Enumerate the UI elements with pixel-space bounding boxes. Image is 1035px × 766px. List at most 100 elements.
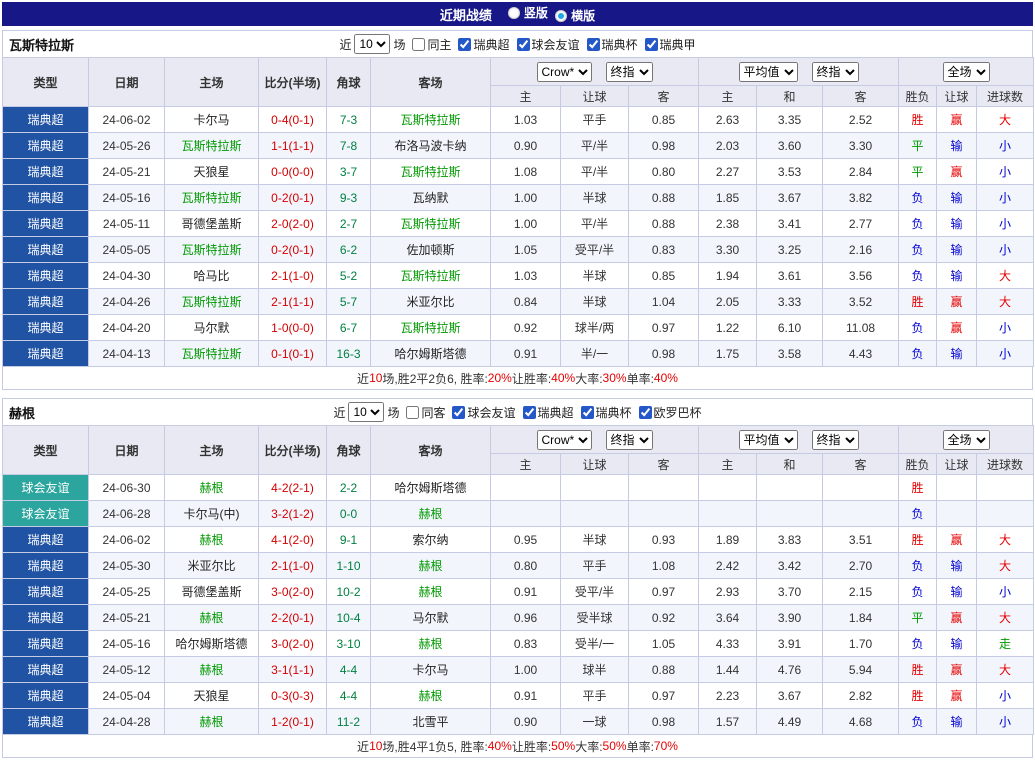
away-team[interactable]: 瓦斯特拉斯 (371, 315, 491, 341)
away-team[interactable]: 马尔默 (371, 605, 491, 631)
score[interactable]: 3-1(1-1) (259, 657, 327, 683)
odds-source-select[interactable]: 终指 (606, 430, 653, 450)
home-team[interactable]: 赫根 (165, 605, 259, 631)
score[interactable]: 2-2(0-1) (259, 605, 327, 631)
league-filter[interactable]: 瑞典杯 (577, 404, 632, 421)
away-team[interactable]: 索尔纳 (371, 527, 491, 553)
away-team[interactable]: 哈尔姆斯塔德 (371, 341, 491, 367)
score[interactable]: 1-0(0-0) (259, 315, 327, 341)
away-team[interactable]: 布洛马波卡纳 (371, 133, 491, 159)
home-team[interactable]: 瓦斯特拉斯 (165, 237, 259, 263)
recent-count-select[interactable]: 10 (354, 34, 390, 54)
league-checkbox[interactable] (639, 406, 652, 419)
league-filter[interactable]: 瑞典甲 (641, 36, 696, 53)
away-team[interactable]: 哈尔姆斯塔德 (371, 475, 491, 501)
same-venue-checkbox[interactable] (412, 38, 425, 51)
home-team[interactable]: 赫根 (165, 475, 259, 501)
away-team[interactable]: 赫根 (371, 579, 491, 605)
score[interactable]: 0-2(0-1) (259, 237, 327, 263)
same-venue-checkbox[interactable] (406, 406, 419, 419)
league-filter[interactable]: 瑞典超 (454, 36, 509, 53)
league-filter[interactable]: 瑞典杯 (583, 36, 638, 53)
away-team[interactable]: 瓦斯特拉斯 (371, 159, 491, 185)
league-checkbox[interactable] (458, 38, 471, 51)
odds-source-select[interactable]: 终指 (606, 62, 653, 82)
odds-source-select[interactable]: Crow* (537, 62, 592, 82)
home-team[interactable]: 卡尔马 (165, 107, 259, 133)
score[interactable]: 0-0(0-0) (259, 159, 327, 185)
away-team[interactable]: 赫根 (371, 553, 491, 579)
score[interactable]: 3-2(1-2) (259, 501, 327, 527)
odds-source-select[interactable]: 全场 (943, 62, 990, 82)
away-team[interactable]: 瓦纳默 (371, 185, 491, 211)
away-team[interactable]: 赫根 (371, 501, 491, 527)
match-result: 负 (899, 709, 937, 735)
score[interactable]: 2-1(1-0) (259, 263, 327, 289)
home-team[interactable]: 米亚尔比 (165, 553, 259, 579)
summary-segment: 40% (654, 371, 678, 385)
score[interactable]: 0-4(0-1) (259, 107, 327, 133)
home-team[interactable]: 哥德堡盖斯 (165, 579, 259, 605)
home-team[interactable]: 瓦斯特拉斯 (165, 341, 259, 367)
score[interactable]: 2-1(1-1) (259, 289, 327, 315)
score[interactable]: 4-2(2-1) (259, 475, 327, 501)
league-filter[interactable]: 球会友谊 (513, 36, 580, 53)
odds-value (699, 501, 757, 527)
goals-result: 小 (977, 133, 1034, 159)
odds-source-select[interactable]: 终指 (812, 62, 859, 82)
home-team[interactable]: 瓦斯特拉斯 (165, 289, 259, 315)
odds-value: 4.76 (757, 657, 823, 683)
home-team[interactable]: 哈尔姆斯塔德 (165, 631, 259, 657)
league-filter[interactable]: 球会友谊 (448, 404, 515, 421)
score[interactable]: 1-1(1-1) (259, 133, 327, 159)
odds-source-select[interactable]: 平均值 (739, 430, 798, 450)
odds-source-select[interactable]: 全场 (943, 430, 990, 450)
score[interactable]: 0-1(0-1) (259, 341, 327, 367)
home-team[interactable]: 赫根 (165, 657, 259, 683)
odds-source-select[interactable]: Crow* (537, 430, 592, 450)
league-checkbox[interactable] (523, 406, 536, 419)
odds-source-select[interactable]: 平均值 (739, 62, 798, 82)
home-team[interactable]: 哥德堡盖斯 (165, 211, 259, 237)
same-venue-filter[interactable]: 同客 (402, 404, 445, 421)
away-team[interactable]: 赫根 (371, 683, 491, 709)
home-team[interactable]: 哈马比 (165, 263, 259, 289)
odds-source-select[interactable]: 终指 (812, 430, 859, 450)
home-team[interactable]: 天狼星 (165, 159, 259, 185)
away-team[interactable]: 赫根 (371, 631, 491, 657)
home-team[interactable]: 马尔默 (165, 315, 259, 341)
home-team[interactable]: 赫根 (165, 709, 259, 735)
away-team[interactable]: 卡尔马 (371, 657, 491, 683)
score[interactable]: 1-2(0-1) (259, 709, 327, 735)
away-team[interactable]: 瓦斯特拉斯 (371, 263, 491, 289)
league-checkbox[interactable] (452, 406, 465, 419)
score[interactable]: 4-1(2-0) (259, 527, 327, 553)
radio-horizontal-layout[interactable]: 横版 (555, 7, 595, 24)
score[interactable]: 0-3(0-3) (259, 683, 327, 709)
home-team[interactable]: 天狼星 (165, 683, 259, 709)
away-team[interactable]: 米亚尔比 (371, 289, 491, 315)
score[interactable]: 2-0(2-0) (259, 211, 327, 237)
away-team[interactable]: 佐加顿斯 (371, 237, 491, 263)
score[interactable]: 3-0(2-0) (259, 579, 327, 605)
home-team[interactable]: 卡尔马(中) (165, 501, 259, 527)
league-checkbox[interactable] (517, 38, 530, 51)
recent-count-select[interactable]: 10 (348, 402, 384, 422)
radio-vertical-layout[interactable]: 竖版 (508, 4, 548, 21)
away-team[interactable]: 瓦斯特拉斯 (371, 107, 491, 133)
away-team[interactable]: 北雪平 (371, 709, 491, 735)
home-team[interactable]: 赫根 (165, 527, 259, 553)
home-team[interactable]: 瓦斯特拉斯 (165, 133, 259, 159)
league-checkbox[interactable] (587, 38, 600, 51)
same-venue-filter[interactable]: 同主 (408, 36, 451, 53)
score[interactable]: 3-0(2-0) (259, 631, 327, 657)
league-filter[interactable]: 瑞典超 (519, 404, 574, 421)
away-team[interactable]: 瓦斯特拉斯 (371, 211, 491, 237)
match-date: 24-06-30 (89, 475, 165, 501)
league-checkbox[interactable] (645, 38, 658, 51)
score[interactable]: 2-1(1-0) (259, 553, 327, 579)
league-checkbox[interactable] (581, 406, 594, 419)
home-team[interactable]: 瓦斯特拉斯 (165, 185, 259, 211)
score[interactable]: 0-2(0-1) (259, 185, 327, 211)
league-filter[interactable]: 欧罗巴杯 (635, 404, 702, 421)
